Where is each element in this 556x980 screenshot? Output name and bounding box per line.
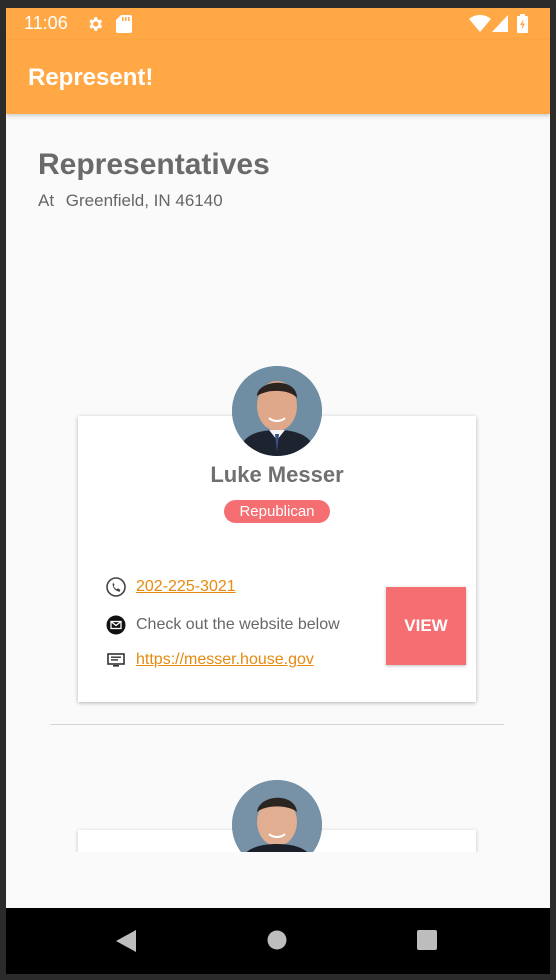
- sd-card-icon: [116, 15, 132, 33]
- home-icon[interactable]: [267, 930, 287, 950]
- wifi-icon: [469, 15, 491, 32]
- phone-screen: 11:06 Represent! Representatives At Gree…: [6, 8, 550, 974]
- app-title: Represent!: [28, 64, 154, 91]
- battery-icon: [517, 14, 528, 33]
- back-icon[interactable]: [116, 930, 136, 952]
- navigation-bar: [6, 908, 550, 974]
- recents-icon[interactable]: [417, 930, 437, 950]
- signal-icon: [492, 15, 508, 32]
- scroll-content[interactable]: [6, 114, 550, 852]
- status-time: 11:06: [24, 13, 68, 33]
- app-bar: Represent!: [6, 40, 550, 114]
- settings-icon: [89, 17, 103, 31]
- status-bar: 11:06: [6, 8, 550, 40]
- portrait-image: [232, 780, 322, 852]
- avatar: [232, 780, 322, 852]
